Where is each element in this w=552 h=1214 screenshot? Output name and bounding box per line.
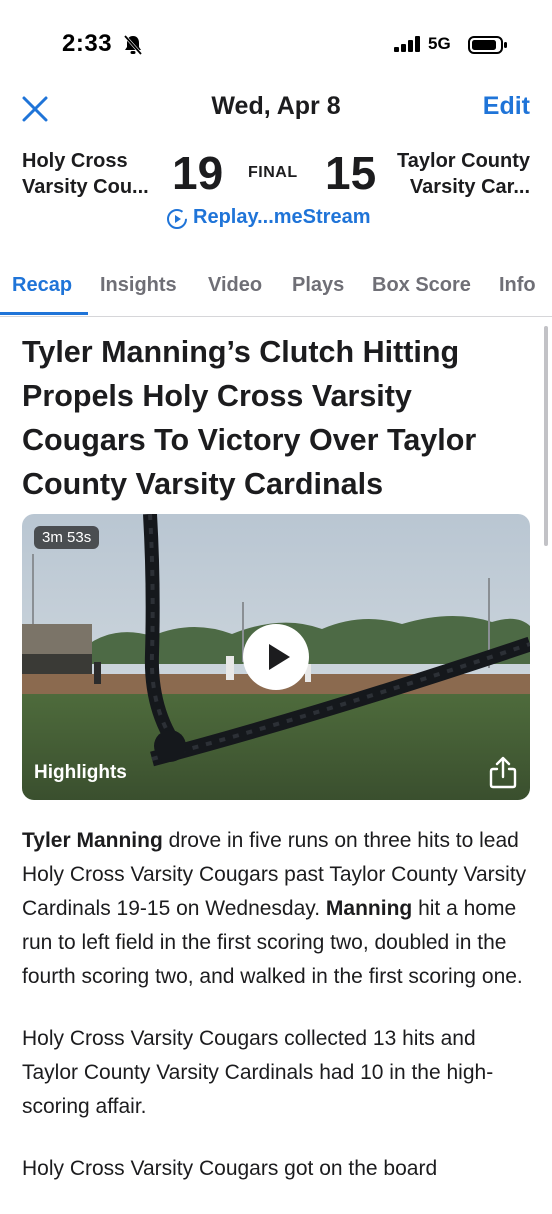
- network-type: 5G: [428, 34, 451, 53]
- game-date-title: Wed, Apr 8: [211, 92, 341, 120]
- scoreboard: Holy Cross Varsity Cou... 19 FINAL 15 Ta…: [0, 146, 552, 206]
- tab-video[interactable]: Video: [208, 274, 262, 297]
- tab-plays[interactable]: Plays: [292, 274, 344, 297]
- tab-bar: Recap Insights Video Plays Box Score Inf…: [0, 268, 552, 317]
- active-tab-indicator: [0, 312, 88, 315]
- tab-box-score[interactable]: Box Score: [372, 274, 471, 297]
- battery-icon: [468, 36, 508, 59]
- game-status: FINAL: [248, 164, 298, 181]
- status-bar: 2:33 5G: [0, 0, 552, 90]
- share-button[interactable]: [488, 756, 518, 790]
- edit-button[interactable]: Edit: [483, 92, 530, 121]
- article-paragraph: Holy Cross Varsity Cougars collected 13 …: [22, 1027, 494, 1118]
- home-team-name[interactable]: Holy Cross Varsity Cou...: [22, 148, 172, 200]
- clock-time: 2:33: [62, 30, 113, 57]
- article-headline: Tyler Manning’s Clutch Hitting Propels H…: [22, 335, 477, 501]
- replay-label: Replay...meStream: [193, 206, 371, 228]
- top-navigation: Wed, Apr 8 Edit: [0, 86, 552, 130]
- video-title: Highlights: [34, 762, 127, 783]
- article-paragraph: Holy Cross Varsity Cougars got on the bo…: [22, 1157, 438, 1180]
- home-team-line1: Holy Cross: [22, 150, 128, 172]
- home-team-line2: Varsity Cou...: [22, 176, 149, 198]
- away-team-line2: Varsity Car...: [409, 176, 530, 198]
- article-paragraph: Tyler Manning drove in five runs on thre…: [22, 824, 532, 994]
- away-team-line1: Taylor County: [397, 150, 530, 172]
- bell-slash-icon: [122, 34, 144, 61]
- cellular-signal-icon: [394, 36, 422, 57]
- replay-icon: [166, 208, 188, 235]
- player-name: Manning: [325, 897, 413, 920]
- tab-recap[interactable]: Recap: [12, 274, 72, 297]
- player-name: Tyler Manning: [22, 829, 163, 852]
- away-score: 15: [325, 147, 377, 199]
- article-body: Tyler Manning drove in five runs on thre…: [22, 824, 532, 1214]
- scrollbar[interactable]: [544, 326, 548, 546]
- home-score: 19: [172, 147, 224, 199]
- play-button[interactable]: [243, 624, 309, 690]
- tab-info[interactable]: Info: [499, 274, 536, 297]
- video-duration: 3m 53s: [34, 526, 100, 549]
- share-icon: [489, 756, 517, 789]
- play-icon: [269, 644, 290, 670]
- tab-insights[interactable]: Insights: [100, 274, 177, 297]
- highlights-video-card[interactable]: 3m 53s Highlights: [22, 514, 530, 800]
- away-team-name[interactable]: Taylor County Varsity Car...: [370, 148, 530, 200]
